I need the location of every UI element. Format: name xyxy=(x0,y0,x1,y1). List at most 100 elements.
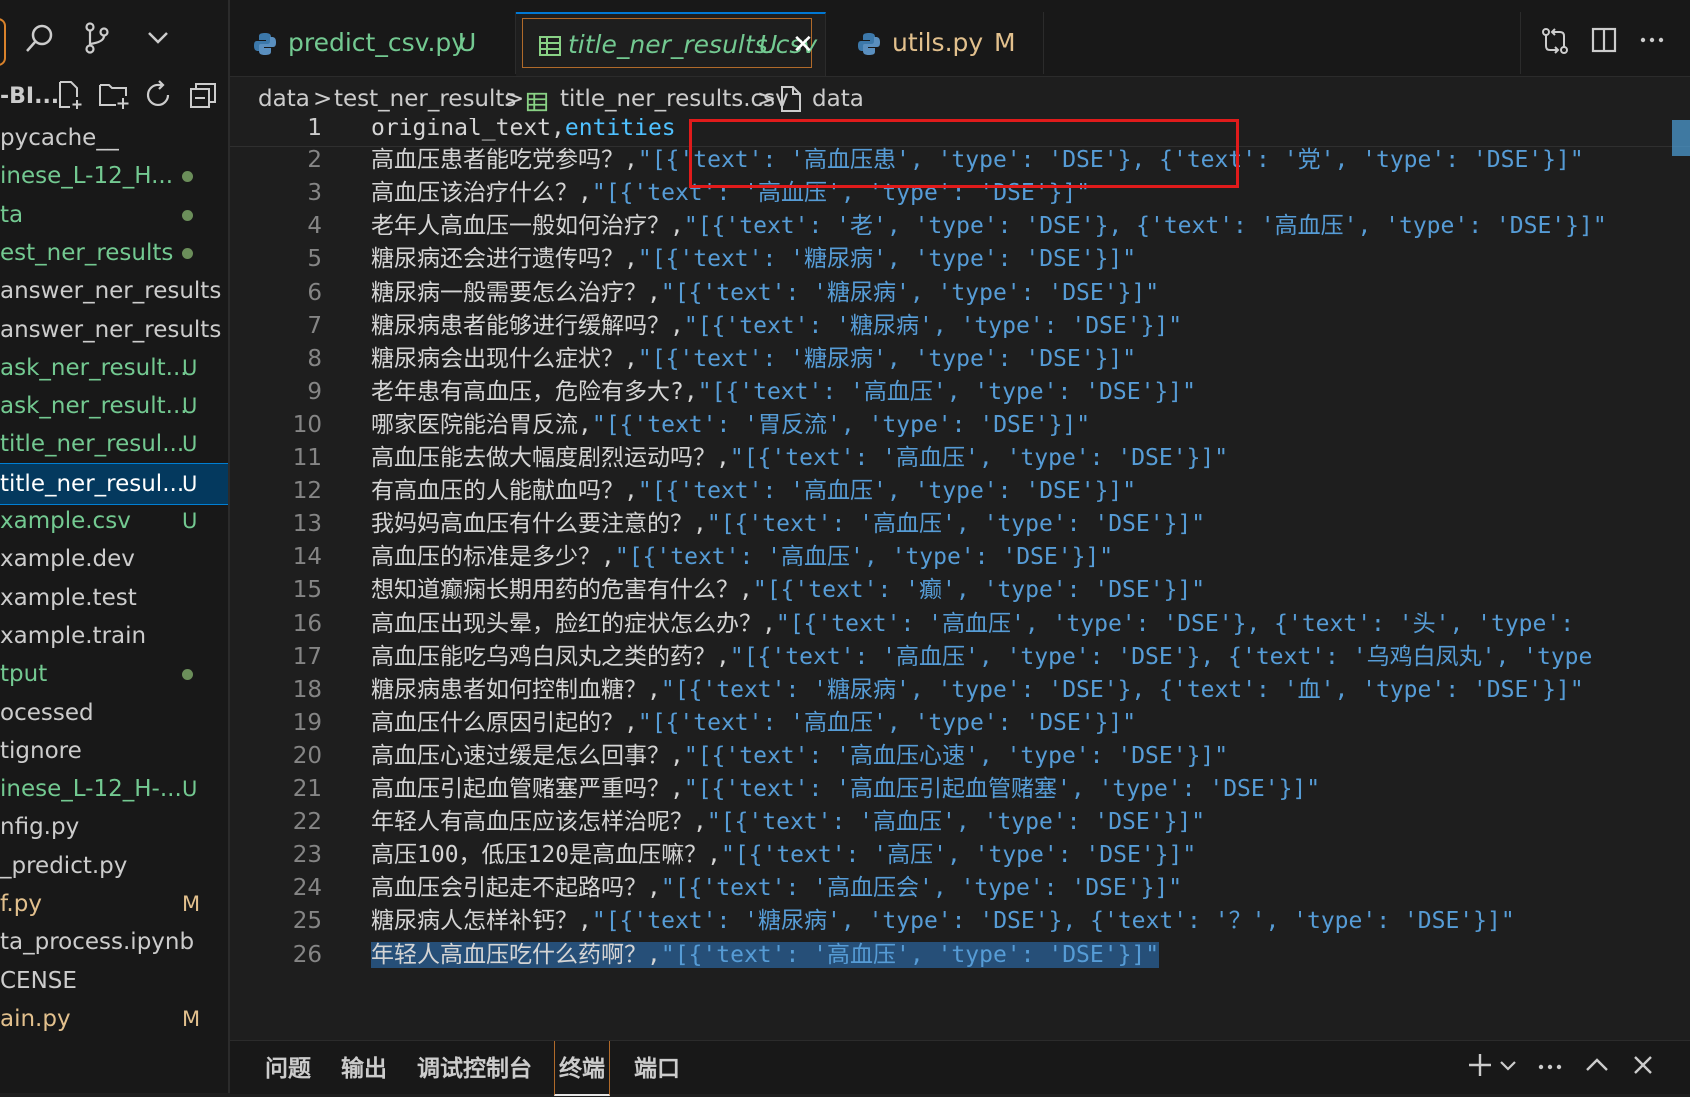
tree-item[interactable]: xample.dev xyxy=(0,539,228,579)
tab-utils-py[interactable]: utils.py M xyxy=(826,12,1044,74)
code-line[interactable]: 9 老年患有高血压，危险有多大?,"[{'text': '高血压', 'type'… xyxy=(230,374,1690,410)
code-line[interactable]: 18 糖尿病患者如何控制血糖？,"[{'text': '糖尿病', 'type':… xyxy=(230,672,1690,708)
tree-item[interactable]: ta xyxy=(0,195,228,235)
csv-entities-value: "[{'text': '高血压', 'type': 'DSE'}]" xyxy=(706,809,1206,836)
code-line[interactable]: 12 有高血压的人能献血吗？,"[{'text': '高血压', 'type': … xyxy=(230,473,1690,509)
tree-item-label: pycache__ xyxy=(0,125,120,151)
panel-tab-debug-console[interactable]: 调试控制台 xyxy=(417,1041,532,1094)
code-content: 哪家医院能治胃反流,"[{'text': '胃反流', 'type': 'DSE… xyxy=(371,407,1090,443)
new-file-icon[interactable] xyxy=(56,80,86,116)
code-line[interactable]: 16 高血压出现头晕，脸红的症状怎么办？,"[{'text': '高血压', 't… xyxy=(230,606,1690,642)
csv-original-text: 糖尿病会出现什么症状？, xyxy=(371,345,638,372)
code-line[interactable]: 13 我妈妈高血压有什么要注意的？,"[{'text': '高血压', 'type… xyxy=(230,506,1690,542)
tree-item[interactable]: est_ner_results xyxy=(0,233,228,273)
new-folder-icon[interactable] xyxy=(98,80,130,116)
chevron-up-icon[interactable] xyxy=(1584,1051,1610,1087)
tree-item[interactable]: ain.py M xyxy=(0,999,228,1039)
collapse-all-icon[interactable] xyxy=(188,80,218,116)
editor-tab-bar: predict_csv.py U title_ner_results.csv U… xyxy=(230,0,1690,77)
breadcrumb-title-ner-results-csv[interactable]: title_ner_results.csv xyxy=(560,80,789,118)
breadcrumb-data[interactable]: data xyxy=(258,80,310,118)
code-line[interactable]: 14 高血压的标准是多少？,"[{'text': '高血压', 'type': '… xyxy=(230,539,1690,575)
code-line[interactable]: 19 高血压什么原因引起的？,"[{'text': '高血压', 'type': … xyxy=(230,705,1690,741)
tree-item[interactable]: _predict.py xyxy=(0,846,228,886)
tree-item[interactable]: CENSE xyxy=(0,961,228,1001)
code-line[interactable]: 4 老年人高血压一般如何治疗？,"[{'text': '老', 'type': '… xyxy=(230,208,1690,244)
tree-item[interactable]: ask_ner_result... U xyxy=(0,386,228,426)
code-line[interactable]: 5 糖尿病还会进行遗传吗？,"[{'text': '糖尿病', 'type': '… xyxy=(230,241,1690,277)
code-content: 糖尿病患者如何控制血糖？,"[{'text': '糖尿病', 'type': '… xyxy=(371,672,1584,708)
tab-predict-csv[interactable]: predict_csv.py U xyxy=(230,12,516,74)
close-icon[interactable]: ✕ xyxy=(792,14,814,76)
csv-original-text: 糖尿病一般需要怎么治疗？, xyxy=(371,279,661,306)
code-line[interactable]: 7 糖尿病患者能够进行缓解吗？,"[{'text': '糖尿病', 'type':… xyxy=(230,308,1690,344)
tree-item[interactable]: tput xyxy=(0,654,228,694)
git-status-badge: U xyxy=(182,777,198,802)
panel-tab-terminal[interactable]: 终端 xyxy=(554,1041,610,1096)
csv-entities-value: "[{'text': '高血压', 'type': 'DSE'}]" xyxy=(637,709,1137,736)
tree-item[interactable]: title_ner_resul... U xyxy=(0,424,228,464)
tab-status: U xyxy=(458,28,477,57)
tree-item[interactable]: xample.train xyxy=(0,616,228,656)
csv-original-text: 年轻人有高血压应该怎样治呢？, xyxy=(371,809,707,836)
code-line[interactable]: 26 年轻人高血压吃什么药啊？,"[{'text': '高血压', 'type':… xyxy=(230,937,1690,973)
code-line[interactable]: 11 高血压能去做大幅度剧烈运动吗？,"[{'text': '高血压', 'typ… xyxy=(230,440,1690,476)
tree-item[interactable]: f.py M xyxy=(0,884,228,924)
code-line[interactable]: 23 高压100，低压120是高血压嘛？,"[{'text': '高压', 'ty… xyxy=(230,837,1690,873)
tree-item[interactable]: pycache__ xyxy=(0,118,228,158)
csv-entities-value: "[{'text': '胃反流', 'type': 'DSE'}]" xyxy=(591,411,1091,438)
tab-title-ner-results-csv[interactable]: title_ner_results.csv U ✕ xyxy=(516,12,826,76)
csv-original-text: 年轻人高血压吃什么药啊？, xyxy=(371,941,661,968)
more-icon[interactable] xyxy=(1536,1051,1564,1087)
refresh-icon[interactable] xyxy=(144,80,174,116)
code-line[interactable]: 22 年轻人有高血压应该怎样治呢？,"[{'text': '高血压', 'type… xyxy=(230,804,1690,840)
panel-tab-problems[interactable]: 问题 xyxy=(265,1041,311,1094)
code-line[interactable]: 3 高血压该治疗什么？,"[{'text': '高血压', 'type': 'DS… xyxy=(230,175,1690,211)
plus-icon[interactable] xyxy=(1466,1051,1494,1087)
tree-item[interactable]: tignore xyxy=(0,731,228,771)
chevron-down-icon[interactable] xyxy=(146,22,170,58)
code-line[interactable]: 8 糖尿病会出现什么症状？,"[{'text': '糖尿病', 'type': '… xyxy=(230,341,1690,377)
breadcrumb-test-ner-results[interactable]: test_ner_results xyxy=(334,80,516,118)
code-line[interactable]: 2 高血压患者能吃党参吗？,"[{'text': '高血压患', 'type': … xyxy=(230,142,1690,178)
csv-original-text: 糖尿病人怎样补钙？, xyxy=(371,908,592,935)
breadcrumb-data-symbol[interactable]: data xyxy=(812,80,864,118)
panel-tab-ports[interactable]: 端口 xyxy=(634,1041,680,1094)
breadcrumb-separator: > xyxy=(757,86,777,112)
compare-changes-icon[interactable] xyxy=(1540,26,1570,62)
tree-item[interactable]: nfig.py xyxy=(0,807,228,847)
more-actions-icon[interactable] xyxy=(1638,26,1666,60)
tree-item[interactable]: inese_L-12_H... xyxy=(0,156,228,196)
line-number: 13 xyxy=(292,511,322,538)
code-line[interactable]: 24 高血压会引起走不起路吗？,"[{'text': '高血压会', 'type'… xyxy=(230,870,1690,906)
search-icon[interactable] xyxy=(24,22,56,60)
scrollbar-thumb[interactable] xyxy=(1672,120,1690,156)
code-line[interactable]: 15 想知道癫痫长期用药的危害有什么？,"[{'text': '癫', 'type… xyxy=(230,572,1690,608)
source-control-icon[interactable] xyxy=(82,22,112,60)
code-line[interactable]: 25 糖尿病人怎样补钙？,"[{'text': '糖尿病', 'type': 'D… xyxy=(230,903,1690,939)
tree-item[interactable]: inese_L-12_H-... U xyxy=(0,769,228,809)
chevron-down-icon[interactable] xyxy=(1498,1051,1518,1087)
code-line[interactable]: 17 高血压能吃乌鸡白凤丸之类的药？,"[{'text': '高血压', 'typ… xyxy=(230,639,1690,675)
code-line[interactable]: 20 高血压心速过缓是怎么回事？,"[{'text': '高血压心速', 'typ… xyxy=(230,738,1690,774)
csv-original-text: 高血压心速过缓是怎么回事？, xyxy=(371,742,684,769)
code-line[interactable]: 21 高血压引起血管赌塞严重吗？,"[{'text': '高血压引起血管赌塞', … xyxy=(230,771,1690,807)
code-content: 高血压引起血管赌塞严重吗？,"[{'text': '高血压引起血管赌塞', 't… xyxy=(371,771,1320,807)
split-editor-icon[interactable] xyxy=(1590,26,1618,60)
tree-item[interactable]: title_ner_resul... U xyxy=(0,462,228,505)
code-line[interactable]: 10 哪家医院能治胃反流,"[{'text': '胃反流', 'type': 'D… xyxy=(230,407,1690,443)
line-number: 12 xyxy=(292,478,322,505)
csv-entities-value: "[{'text': '糖尿病', 'type': 'DSE'}]" xyxy=(637,345,1137,372)
tree-item[interactable]: xample.csv U xyxy=(0,501,228,541)
close-icon[interactable] xyxy=(1630,1051,1656,1087)
tree-item[interactable]: answer_ner_results... xyxy=(0,271,228,311)
tree-item-label: xample.csv xyxy=(0,508,131,534)
code-line[interactable]: 6 糖尿病一般需要怎么治疗？,"[{'text': '糖尿病', 'type': … xyxy=(230,275,1690,311)
code-editor[interactable]: 1 original_text,entities 2 高血压患者能吃党参吗？,"[{'… xyxy=(230,118,1690,1038)
tree-item[interactable]: ta_process.ipynb xyxy=(0,922,228,962)
tree-item[interactable]: ask_ner_result... U xyxy=(0,348,228,388)
tree-item[interactable]: answer_ner_results.... xyxy=(0,310,228,350)
tree-item[interactable]: xample.test xyxy=(0,578,228,618)
panel-tab-output[interactable]: 输出 xyxy=(341,1041,387,1094)
tree-item[interactable]: ocessed xyxy=(0,693,228,733)
